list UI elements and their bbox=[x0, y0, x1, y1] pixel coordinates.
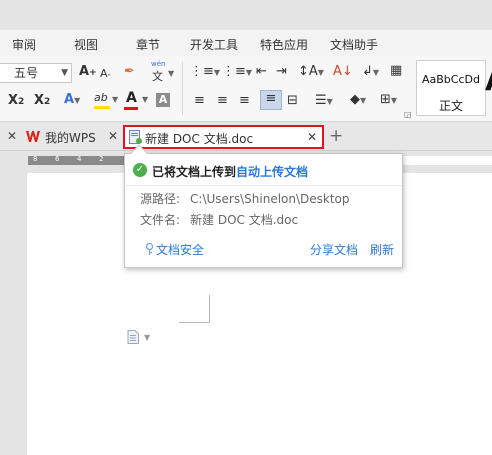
ruler-number: 2 bbox=[99, 155, 104, 163]
menu-review[interactable]: 审阅 bbox=[12, 36, 36, 53]
menu-special-apps[interactable]: 特色应用 bbox=[260, 36, 308, 53]
wps-writer-window: 审阅 视图 章节 开发工具 特色应用 文档助手 五号 ▼ A+ A- ✒ wén… bbox=[0, 0, 492, 455]
menu-chapter[interactable]: 章节 bbox=[136, 36, 160, 53]
divider bbox=[125, 185, 402, 186]
style-gallery-normal[interactable]: AaBbCcDd 正文 bbox=[416, 60, 486, 116]
refresh-link[interactable]: 刷新 bbox=[370, 241, 394, 258]
tab-active-document[interactable]: 新建 DOC 文档.doc ✕ bbox=[123, 125, 324, 149]
menu-bar: 审阅 视图 章节 开发工具 特色应用 文档助手 bbox=[0, 30, 492, 56]
style-name: 正文 bbox=[439, 99, 464, 113]
line-spacing-icon[interactable]: ☰▼ bbox=[315, 93, 333, 110]
auto-upload-link[interactable]: 自动上传文档 bbox=[236, 165, 308, 179]
grow-font-button[interactable]: A+ bbox=[79, 64, 97, 81]
phonetic-guide-button[interactable]: wén 文 ▼ bbox=[149, 60, 174, 84]
border-icon[interactable]: ⊞▼ bbox=[380, 92, 397, 109]
sort-icon[interactable]: A↓ bbox=[333, 64, 353, 80]
menu-view[interactable]: 视图 bbox=[74, 36, 98, 53]
text-direction-icon[interactable]: ↕A▼ bbox=[298, 64, 324, 81]
file-name-row: 文件名: 新建 DOC 文档.doc bbox=[140, 211, 298, 228]
paragraph-layout-icon[interactable] bbox=[127, 330, 139, 344]
ruler-number: 8 bbox=[33, 155, 38, 163]
chevron-down-icon[interactable]: ▼ bbox=[144, 333, 150, 342]
document-security-link[interactable]: 文档安全 bbox=[156, 241, 204, 258]
tab-active-label: 新建 DOC 文档.doc bbox=[145, 132, 254, 146]
decrease-indent-icon[interactable]: ⇤ bbox=[256, 64, 267, 80]
subscript-button[interactable]: X2 bbox=[34, 93, 50, 110]
document-icon bbox=[129, 130, 142, 144]
ribbon-toolbar: 五号 ▼ A+ A- ✒ wén 文 ▼ ⋮≡▼ ⋮≡▼ ⇤ ⇥ ↕A▼ A↓ … bbox=[0, 56, 492, 122]
align-left-icon[interactable]: ≡ bbox=[194, 93, 205, 109]
font-color-button[interactable]: A ▼ bbox=[124, 90, 150, 112]
ruler-number: 4 bbox=[77, 155, 82, 163]
source-path-value: C:\Users\Shinelon\Desktop bbox=[190, 192, 350, 206]
source-path-label: 源路径: bbox=[140, 192, 181, 206]
check-circle-icon: ✓ bbox=[133, 163, 147, 177]
table-border-icon[interactable]: ▦ bbox=[390, 63, 402, 79]
tab-my-wps[interactable]: 我的WPS bbox=[45, 129, 96, 146]
shrink-font-button[interactable]: A- bbox=[100, 66, 111, 83]
ruler-number: 6 bbox=[55, 155, 60, 163]
highlight-button[interactable]: ab ▼ bbox=[94, 91, 120, 111]
chevron-down-icon: ▼ bbox=[61, 68, 68, 78]
document-tab-bar: ✕ 我的WPS ✕ 新建 DOC 文档.doc ✕ + bbox=[0, 123, 492, 151]
menu-developer-tools[interactable]: 开发工具 bbox=[190, 36, 238, 53]
share-document-link[interactable]: 分享文档 bbox=[310, 241, 358, 258]
increase-indent-icon[interactable]: ⇥ bbox=[276, 64, 287, 80]
close-icon[interactable]: ✕ bbox=[7, 129, 17, 143]
align-right-icon[interactable]: ≡ bbox=[239, 93, 250, 109]
margin-corner-mark bbox=[179, 322, 209, 323]
char-shading-button[interactable]: A bbox=[156, 93, 170, 107]
paragraph-settings-icon[interactable]: ◲ bbox=[404, 107, 412, 123]
text-effect-button[interactable]: A▼ bbox=[64, 92, 80, 109]
bullet-list-icon[interactable]: ⋮≡▼ bbox=[190, 64, 220, 81]
upload-notification-popup: ✓ 已将文档上传到自动上传文档 源路径: C:\Users\Shinelon\De… bbox=[124, 144, 403, 268]
highlight-color-bar bbox=[94, 106, 110, 109]
style-gallery-next-icon[interactable]: A bbox=[485, 64, 492, 97]
font-size-select[interactable]: 五号 ▼ bbox=[0, 63, 72, 83]
source-path-row: 源路径: C:\Users\Shinelon\Desktop bbox=[140, 190, 350, 207]
superscript-button[interactable]: X2 bbox=[8, 93, 24, 110]
close-icon[interactable]: ✕ bbox=[307, 130, 317, 144]
shading-fill-icon[interactable]: ◆▼ bbox=[350, 92, 366, 109]
close-icon[interactable]: ✕ bbox=[108, 129, 118, 143]
margin-corner-mark bbox=[209, 295, 210, 323]
clear-format-icon[interactable]: ✒ bbox=[124, 64, 135, 80]
style-sample-text: AaBbCcDd bbox=[422, 73, 480, 86]
show-marks-icon[interactable]: ↲▼ bbox=[362, 64, 379, 81]
font-color-bar bbox=[124, 107, 138, 110]
new-tab-plus-icon[interactable]: + bbox=[329, 126, 343, 146]
align-center-icon[interactable]: ≡ bbox=[217, 93, 228, 109]
distributed-align-icon[interactable]: ⊟ bbox=[287, 93, 298, 109]
font-size-value: 五号 bbox=[14, 66, 39, 80]
numbered-list-icon[interactable]: ⋮≡▼ bbox=[222, 64, 252, 81]
popup-title: 已将文档上传到自动上传文档 bbox=[152, 165, 309, 179]
menu-document-assistant[interactable]: 文档助手 bbox=[330, 36, 378, 53]
wps-logo-icon bbox=[26, 131, 40, 142]
justify-icon[interactable]: ≡ bbox=[260, 90, 282, 110]
file-name-label: 文件名: bbox=[140, 213, 181, 227]
key-icon bbox=[145, 243, 154, 255]
file-name-value: 新建 DOC 文档.doc bbox=[190, 213, 299, 227]
